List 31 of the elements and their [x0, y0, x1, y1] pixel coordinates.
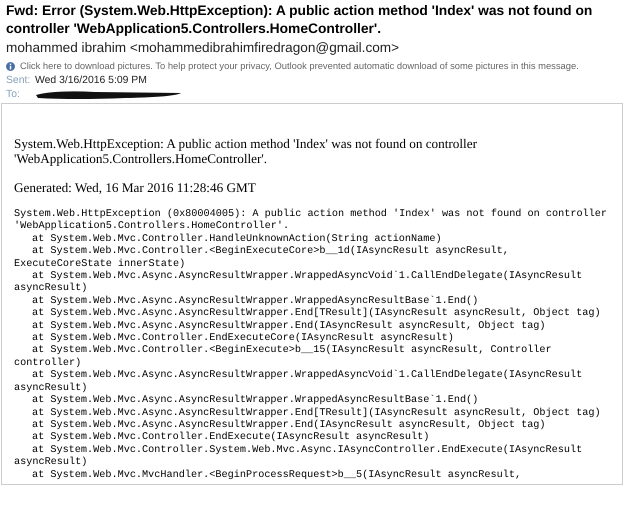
- stack-trace-line: asyncResult): [14, 382, 88, 394]
- stack-trace-line: at System.Web.Mvc.MvcHandler.<BeginProcessRequest>b__5(IAsyncResult asyncResult,: [31, 470, 522, 482]
- sender: mohammed ibrahim <mohammedibrahimfiredragon@gmail.com>: [6, 39, 400, 57]
- stack-trace-line: ExecuteCoreState innerState): [14, 258, 186, 270]
- generated-timestamp: Generated: Wed, 16 Mar 2016 11:28:46 GMT: [14, 180, 257, 195]
- stack-trace-line: at System.Web.Mvc.Async.AsyncResultWrapper.End(IAsyncResult asyncResult, Object tag): [31, 420, 547, 432]
- stack-trace-line: at System.Web.Mvc.Async.AsyncResultWrapper.End(IAsyncResult asyncResult, Object tag): [31, 320, 547, 332]
- stack-trace-line: 'WebApplication5.Controllers.HomeController'.: [14, 221, 290, 234]
- stack-trace-line: at System.Web.Mvc.Controller.<BeginExecuteCore>b__1d(IAsyncResult asyncResult,: [31, 246, 510, 258]
- sent-date: Wed 3/16/2016 5:09 PM: [35, 74, 147, 88]
- stack-trace-line: at System.Web.Mvc.Controller.HandleUnknownAction(String actionName): [31, 234, 443, 246]
- stack-trace-line: at System.Web.Mvc.Controller.System.Web.Mvc.Async.IAsyncController.EndExecute(IAsyncResult: [31, 444, 584, 456]
- email-subject: Fwd: Error (System.Web.HttpException): A public action method 'Index' was not found on controller 'WebApplication5.Controllers.HomeController'.: [6, 2, 594, 38]
- to-label: To:: [6, 88, 21, 102]
- sent-label: Sent:: [6, 74, 32, 88]
- stack-trace-line: asyncResult): [14, 457, 88, 470]
- error-message: System.Web.HttpException: A public action method 'Index' was not found on controller 'WebApplication5.Controllers.HomeController'.: [14, 136, 478, 166]
- stack-trace-line: at System.Web.Mvc.Async.AsyncResultWrapper.WrappedAsyncResultBase`1.End(): [31, 296, 480, 308]
- stack-trace-line: asyncResult): [14, 283, 88, 296]
- stack-trace-line: at System.Web.Mvc.Controller.<BeginExecute>b__15(IAsyncResult asyncResult, Controller: [31, 345, 553, 358]
- stack-trace-line: at System.Web.Mvc.Async.AsyncResultWrapper.WrappedAsyncVoid`1.CallEndDelegate(IAsyncResult: [31, 370, 584, 382]
- info-bar-message[interactable]: Click here to download pictures. To help protect your privacy, Outlook prevented automatic download of some pictures in this message.: [20, 58, 579, 74]
- stack-trace-line: at System.Web.Mvc.Controller.EndExecute(IAsyncResult asyncResult): [31, 432, 430, 444]
- info-icon: [6, 62, 15, 70]
- stack-trace-line: at System.Web.Mvc.Async.AsyncResultWrapper.WrappedAsyncResultBase`1.End(): [31, 395, 480, 408]
- stack-trace-line: at System.Web.Mvc.Controller.EndExecuteCore(IAsyncResult asyncResult): [31, 333, 455, 344]
- stack-trace-line: at System.Web.Mvc.Async.AsyncResultWrapper.End[TResult](IAsyncResult asyncResult, Object tag): [31, 408, 602, 420]
- stack-trace-line: at System.Web.Mvc.Async.AsyncResultWrapper.End[TResult](IAsyncResult asyncResult, Object tag): [31, 308, 602, 320]
- stack-trace-line: System.Web.HttpException (0x80004005): A public action method 'Index' was not found on controller: [14, 209, 608, 220]
- stack-trace-line: controller): [14, 358, 82, 370]
- stack-trace-line: at System.Web.Mvc.Async.AsyncResultWrapper.WrappedAsyncVoid`1.CallEndDelegate(IAsyncResult: [31, 271, 584, 282]
